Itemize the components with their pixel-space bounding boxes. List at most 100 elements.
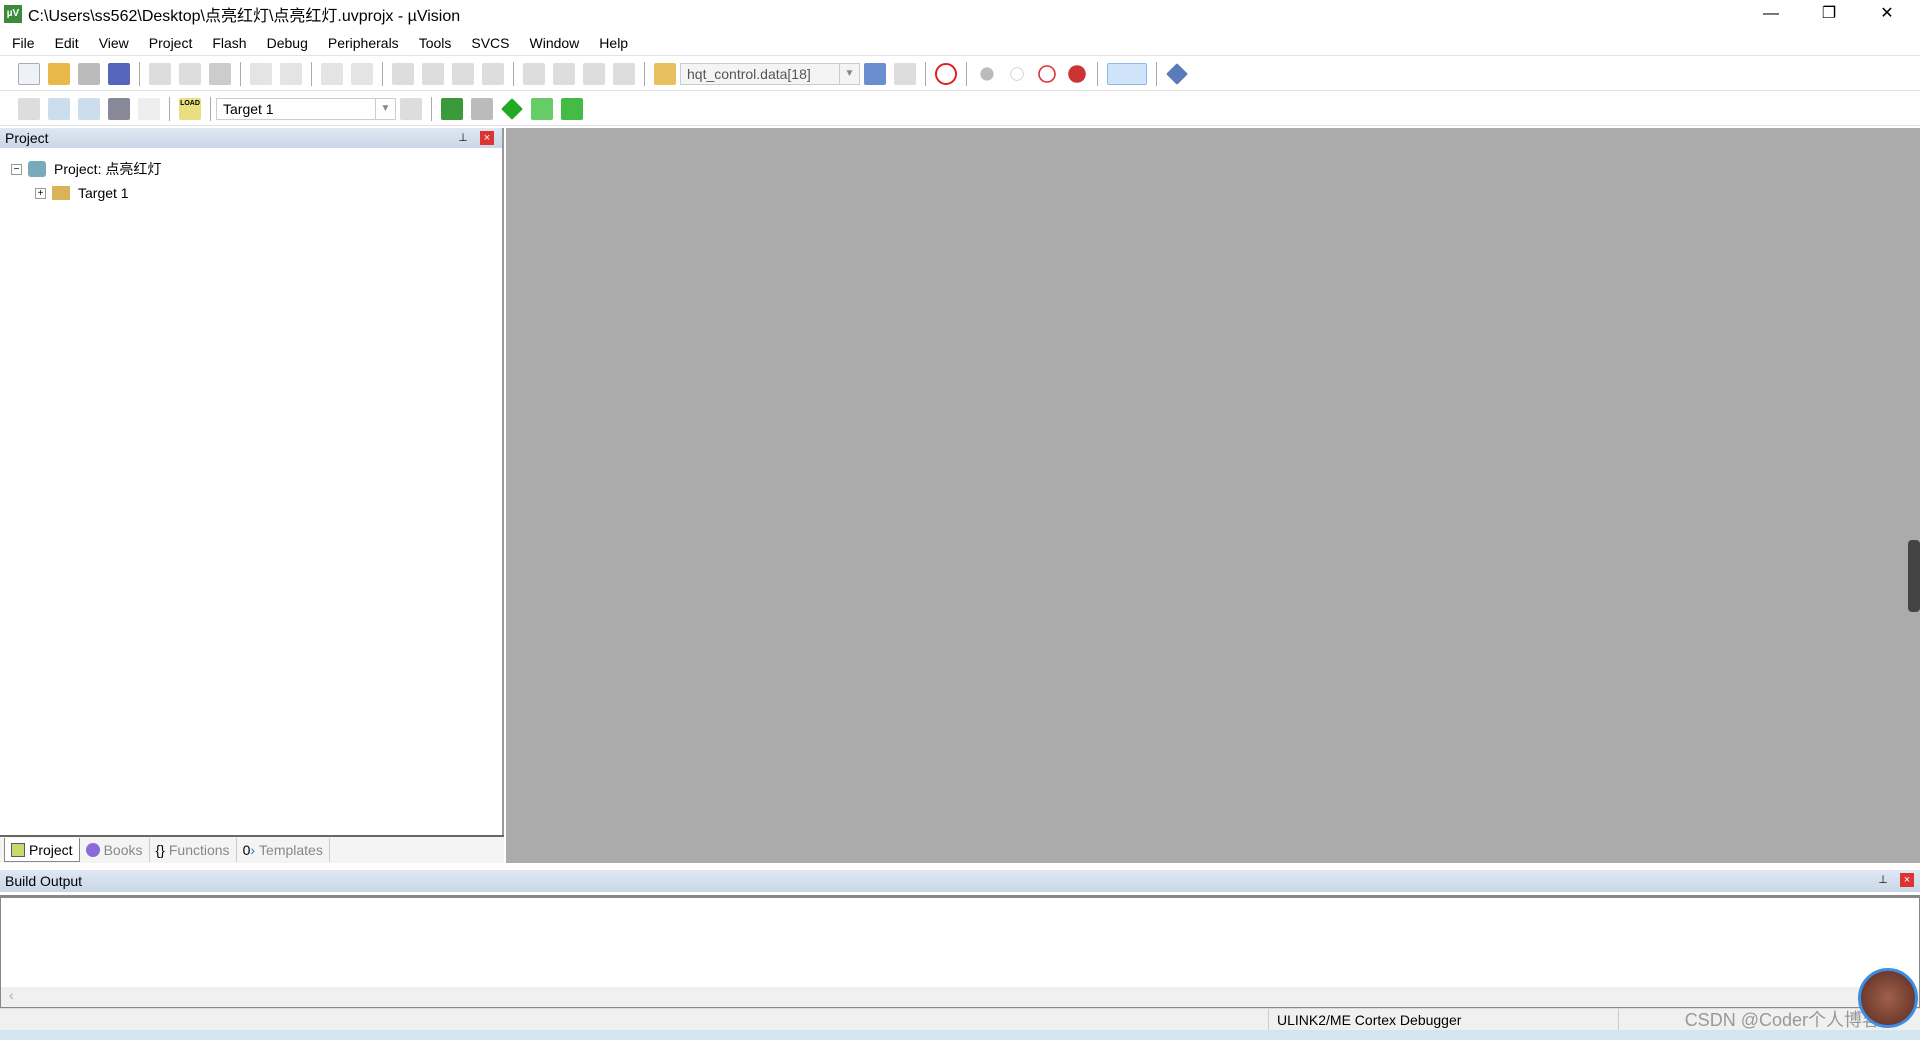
status-debugger: ULINK2/ME Cortex Debugger	[1268, 1009, 1618, 1031]
enable-breakpoint-icon[interactable]	[1010, 66, 1024, 81]
project-panel-header: Project ⊥ ×	[0, 128, 502, 148]
side-scroll-handle[interactable]	[1908, 540, 1920, 612]
pack-installer-icon[interactable]	[531, 97, 553, 120]
project-node-label: Project: 点亮红灯	[54, 161, 162, 177]
copy-icon[interactable]	[179, 62, 201, 85]
bookmark-icon[interactable]	[392, 62, 414, 85]
tab-label: Functions	[168, 842, 230, 858]
close-panel-button[interactable]: ×	[1900, 873, 1914, 887]
build-output-panel: Build Output ⊥ × ‹	[0, 870, 1920, 1008]
horizontal-scrollbar[interactable]: ‹	[1, 987, 1919, 1007]
chevron-down-icon[interactable]: ▼	[839, 63, 859, 84]
batch-build-icon[interactable]	[108, 97, 130, 120]
restore-button[interactable]: ❐	[1800, 0, 1858, 28]
manage-project-items-icon[interactable]	[441, 97, 463, 120]
menu-view[interactable]: View	[99, 35, 129, 51]
tab-project[interactable]: Project	[4, 838, 80, 862]
chevron-down-icon[interactable]: ▼	[375, 98, 395, 119]
save-icon[interactable]	[78, 62, 100, 85]
open-folder-icon[interactable]	[48, 62, 70, 85]
project-panel-tabs: Project Books {} Functions 0› Templates	[0, 835, 504, 863]
indent-icon[interactable]	[523, 62, 545, 85]
cut-icon[interactable]	[149, 62, 171, 85]
paste-icon[interactable]	[209, 62, 231, 85]
target-node-label: Target 1	[78, 185, 129, 201]
project-panel-title: Project	[5, 130, 49, 146]
menu-file[interactable]: File	[12, 35, 35, 51]
menu-edit[interactable]: Edit	[55, 35, 79, 51]
tab-books[interactable]: Books	[80, 838, 150, 862]
incremental-find-icon[interactable]	[894, 62, 916, 85]
close-button[interactable]: ✕	[1858, 0, 1916, 28]
project-tab-icon	[11, 842, 25, 857]
status-bar: ULINK2/ME Cortex Debugger	[0, 1008, 1920, 1031]
prev-bookmark-icon[interactable]	[422, 62, 444, 85]
menu-help[interactable]: Help	[599, 35, 628, 51]
menu-debug[interactable]: Debug	[267, 35, 308, 51]
rebuild-icon[interactable]	[78, 97, 100, 120]
pin-icon[interactable]: ⊥	[1876, 873, 1890, 887]
kill-breakpoints-icon[interactable]	[1068, 64, 1086, 83]
menu-svcs[interactable]: SVCS	[471, 35, 509, 51]
build-output-text[interactable]: ‹	[0, 895, 1920, 1008]
find-in-files-icon[interactable]	[654, 62, 676, 85]
disable-breakpoints-icon[interactable]	[1038, 64, 1056, 83]
collapse-icon[interactable]: −	[11, 163, 22, 175]
braces-icon: {}	[155, 842, 165, 858]
minimize-button[interactable]: —	[1742, 0, 1800, 28]
new-file-icon[interactable]	[18, 62, 40, 85]
build-toolbar: LOAD Target 1 ▼	[0, 92, 1920, 126]
redo-icon[interactable]	[280, 62, 302, 85]
window-layout-icon[interactable]	[1107, 62, 1147, 85]
clear-bookmarks-icon[interactable]	[482, 62, 504, 85]
debug-session-icon[interactable]	[935, 62, 957, 85]
target-combo-value: Target 1	[223, 100, 274, 117]
tree-target-node[interactable]: + Target 1	[35, 185, 129, 201]
select-packs-icon[interactable]	[471, 97, 493, 120]
tree-project-node[interactable]: − Project: 点亮红灯	[11, 159, 161, 179]
folder-icon	[52, 186, 70, 200]
pin-icon[interactable]: ⊥	[456, 131, 470, 145]
build-output-title: Build Output	[5, 873, 83, 889]
manage-rte-icon[interactable]	[501, 97, 523, 120]
expand-icon[interactable]: +	[35, 187, 46, 199]
tab-label: Books	[103, 842, 143, 858]
stop-build-icon[interactable]	[138, 97, 160, 120]
load-icon[interactable]: LOAD	[179, 97, 201, 120]
menu-peripherals[interactable]: Peripherals	[328, 35, 399, 51]
uncomment-icon[interactable]	[613, 62, 635, 85]
tab-label: Project	[29, 841, 73, 858]
comment-icon[interactable]	[583, 62, 605, 85]
title-bar: µV C:\Users\ss562\Desktop\点亮红灯\点亮红灯.uvpr…	[0, 0, 1920, 28]
find-combo[interactable]: hqt_control.data[18] ▼	[680, 62, 860, 85]
target-combo[interactable]: Target 1 ▼	[216, 97, 396, 120]
close-panel-button[interactable]: ×	[480, 131, 494, 145]
menu-project[interactable]: Project	[149, 35, 193, 51]
menu-tools[interactable]: Tools	[419, 35, 452, 51]
translate-icon[interactable]	[18, 97, 40, 120]
window-title: C:\Users\ss562\Desktop\点亮红灯\点亮红灯.uvprojx…	[28, 8, 461, 25]
scroll-left-arrow[interactable]: ‹	[9, 987, 14, 1003]
menu-bar: File Edit View Project Flash Debug Perip…	[0, 30, 1920, 56]
next-bookmark-icon[interactable]	[452, 62, 474, 85]
unindent-icon[interactable]	[553, 62, 575, 85]
menu-window[interactable]: Window	[530, 35, 580, 51]
menu-flash[interactable]: Flash	[212, 35, 246, 51]
save-all-icon[interactable]	[108, 62, 130, 85]
tab-templates[interactable]: 0› Templates	[237, 838, 330, 862]
wrench-icon[interactable]	[1166, 62, 1188, 85]
tab-functions[interactable]: {} Functions	[150, 838, 237, 862]
project-panel: Project ⊥ × − Project: 点亮红灯 + Target 1	[0, 128, 504, 863]
build-icon[interactable]	[48, 97, 70, 120]
books-icon	[85, 843, 100, 857]
uvision-app-icon: µV	[4, 5, 22, 23]
target-options-icon[interactable]	[400, 97, 422, 120]
project-icon	[28, 161, 46, 177]
insert-breakpoint-icon[interactable]	[980, 66, 994, 81]
find-icon[interactable]	[864, 62, 886, 85]
event-recorder-icon[interactable]	[561, 97, 583, 120]
avatar	[1858, 968, 1918, 1028]
navigate-back-icon[interactable]	[321, 62, 343, 85]
undo-icon[interactable]	[250, 62, 272, 85]
navigate-forward-icon[interactable]	[351, 62, 373, 85]
